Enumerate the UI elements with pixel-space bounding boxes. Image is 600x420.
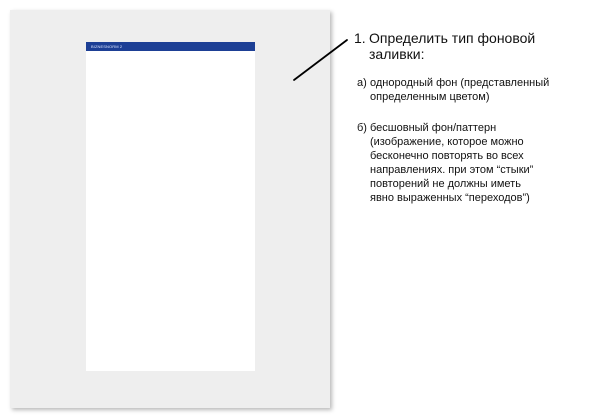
step-title: 1. Определить тип фоновой заливки: <box>354 30 592 62</box>
step-number: 1. <box>354 30 366 46</box>
option-text: однородный фон (представленный определен… <box>370 77 550 103</box>
instruction-notes: 1. Определить тип фоновой заливки: а) од… <box>354 30 592 205</box>
page-preview: BIZNESNORM 2 <box>86 42 255 371</box>
option-text: бесшовный фон/паттерн (изображение, кото… <box>370 122 534 204</box>
page-header-bar: BIZNESNORM 2 <box>86 42 255 51</box>
step-title-text: Определить тип фоновой заливки: <box>369 30 536 62</box>
option-seamless-pattern: б) бесшовный фон/паттерн (изображение, к… <box>357 121 592 205</box>
page-logo-text: BIZNESNORM 2 <box>91 44 123 49</box>
option-marker: б) <box>357 122 367 134</box>
option-uniform-background: а) однородный фон (представленный опреде… <box>357 76 592 104</box>
option-marker: а) <box>357 77 367 89</box>
design-canvas: BIZNESNORM 2 <box>10 10 330 408</box>
